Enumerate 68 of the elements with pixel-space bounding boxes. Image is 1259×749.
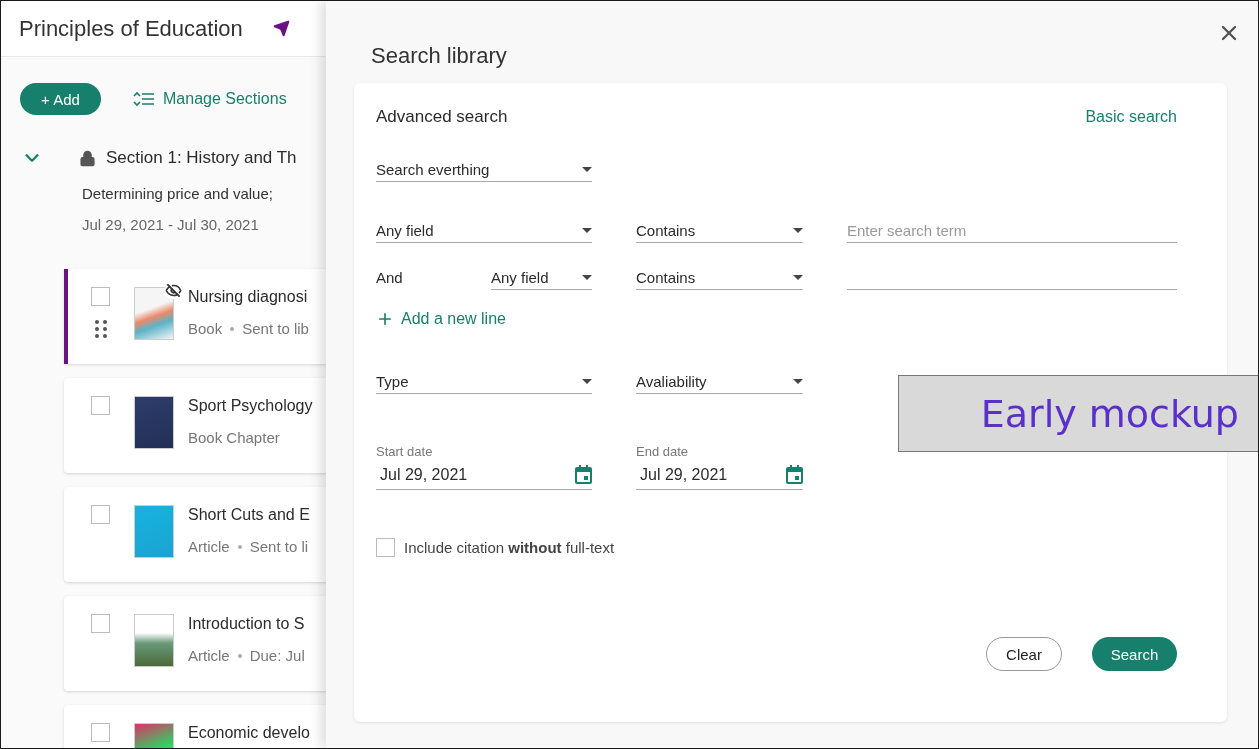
item-title[interactable]: Economic develo xyxy=(188,724,310,742)
section-description: Determining price and value; xyxy=(81,184,274,202)
item-meta: Due: Jul xyxy=(249,647,305,664)
section-title: Section 1: History and Th xyxy=(106,148,297,168)
manage-sections-button[interactable]: Manage Sections xyxy=(133,90,287,108)
add-button[interactable]: + Add xyxy=(20,83,101,115)
citation-label: Include citation without full-text xyxy=(404,539,615,556)
reading-card[interactable]: Economic develo xyxy=(64,705,326,748)
mockup-label: Early mockup xyxy=(898,375,1258,452)
item-title[interactable]: Introduction to S xyxy=(188,615,305,633)
calendar-icon[interactable] xyxy=(786,465,803,484)
course-title: Principles of Education xyxy=(19,15,243,42)
filter-dropdown[interactable]: Type xyxy=(376,373,592,394)
reading-card[interactable]: Introduction to S Article Due: Jul xyxy=(64,596,326,691)
item-meta: Book Chapter xyxy=(188,429,280,446)
dropdown-caret-icon xyxy=(793,228,803,233)
date-field[interactable]: End date Jul 29, 2021 xyxy=(636,444,803,490)
field-dropdown[interactable]: Any field xyxy=(491,269,592,290)
item-title[interactable]: Sport Psychology xyxy=(188,397,313,415)
connector-label: And xyxy=(376,269,403,288)
item-checkbox[interactable] xyxy=(91,505,110,524)
date-field[interactable]: Start date Jul 29, 2021 xyxy=(376,444,592,490)
dropdown-caret-icon xyxy=(793,275,803,280)
item-checkbox[interactable] xyxy=(91,396,110,415)
item-title[interactable]: Nursing diagnosi xyxy=(188,288,309,306)
item-meta: Article xyxy=(188,538,230,555)
cover-thumbnail xyxy=(134,396,174,449)
reading-card[interactable]: Short Cuts and E Article Sent to li xyxy=(64,487,326,582)
item-title[interactable]: Short Cuts and E xyxy=(188,506,310,524)
item-meta: Article xyxy=(188,647,230,664)
cover-thumbnail xyxy=(134,614,174,667)
separator-dot xyxy=(237,544,242,549)
cover-thumbnail xyxy=(134,287,174,340)
item-checkbox[interactable] xyxy=(91,723,110,742)
search-button[interactable]: Search xyxy=(1092,637,1177,671)
item-meta: Sent to li xyxy=(249,538,309,555)
dropdown-caret-icon xyxy=(582,228,592,233)
panel-title: Advanced search xyxy=(376,107,508,127)
drawer-title: Search library xyxy=(371,42,507,69)
operator-dropdown[interactable]: Contains xyxy=(636,222,803,243)
basic-search-link[interactable]: Basic search xyxy=(1085,108,1177,126)
calendar-icon[interactable] xyxy=(575,465,592,484)
cover-thumbnail xyxy=(134,505,174,558)
dropdown-caret-icon xyxy=(582,167,592,172)
item-meta: Sent to lib xyxy=(242,320,309,337)
send-icon[interactable] xyxy=(272,20,290,37)
item-checkbox[interactable] xyxy=(91,287,110,306)
separator-dot xyxy=(237,653,242,658)
separator-dot xyxy=(230,326,235,331)
operator-dropdown[interactable]: Contains xyxy=(636,269,803,290)
dropdown-caret-icon xyxy=(582,275,592,280)
clear-button[interactable]: Clear xyxy=(986,637,1062,671)
citation-checkbox[interactable] xyxy=(376,538,395,557)
item-meta: Book xyxy=(188,320,223,337)
field-dropdown[interactable]: Any field xyxy=(376,222,592,243)
add-line-button[interactable]: Add a new line xyxy=(376,310,506,328)
reorder-list-icon xyxy=(133,91,155,107)
drag-handle-icon[interactable] xyxy=(94,320,107,338)
plus-icon xyxy=(376,310,394,328)
filter-dropdown[interactable]: Avaliability xyxy=(636,373,803,394)
reading-card[interactable]: Sport Psychology Book Chapter xyxy=(64,378,326,473)
scope-dropdown[interactable]: Search everthing xyxy=(376,161,592,182)
dropdown-caret-icon xyxy=(793,379,803,384)
dropdown-caret-icon xyxy=(582,379,592,384)
reading-card[interactable]: Nursing diagnosi Book Sent to lib xyxy=(64,269,326,364)
search-term-input[interactable]: Enter search term xyxy=(847,222,1177,243)
item-checkbox[interactable] xyxy=(91,614,110,633)
section-dates: Jul 29, 2021 - Jul 30, 2021 xyxy=(81,215,260,233)
